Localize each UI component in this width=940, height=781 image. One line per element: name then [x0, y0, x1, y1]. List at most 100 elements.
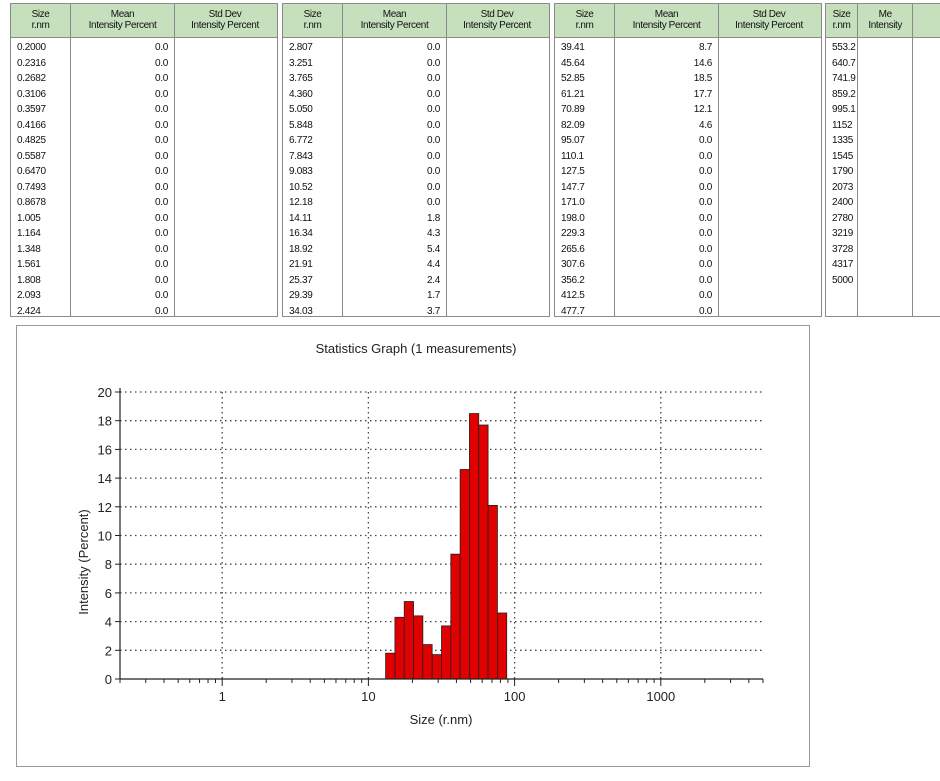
header-mean-intensity: Mean Intensity Percent: [615, 4, 719, 37]
size-cell: 34.03: [289, 305, 313, 317]
mean-intensity-cell: 8.7: [698, 42, 712, 53]
chart-title: Statistics Graph (1 measurements): [316, 341, 517, 356]
mean-intensity-cell: 0.0: [154, 259, 168, 270]
data-table-1: Size r.nm Mean Intensity Percent Std Dev I…: [10, 3, 278, 317]
mean-intensity-cell: 1.7: [426, 290, 440, 301]
size-cell: 147.7: [561, 181, 585, 193]
size-cell: 52.85: [561, 73, 585, 84]
size-cell: 4317: [832, 259, 854, 270]
histogram-bar: [431, 654, 442, 680]
mean-intensity-cell: 0.0: [698, 181, 712, 193]
header-mean-intensity: Me Intensity: [858, 4, 914, 37]
mean-intensity-cell: 17.7: [693, 88, 713, 100]
size-cell: 995.1: [832, 104, 856, 115]
mean-intensity-cell: 0.0: [698, 305, 712, 317]
mean-intensity-cell: 5.4: [426, 243, 440, 255]
data-table-2: Size r.nm Mean Intensity Percent Std Dev I…: [282, 3, 550, 317]
mean-intensity-cell: 0.0: [698, 290, 712, 301]
size-cell: 45.64: [561, 57, 585, 69]
size-cell: 2.807: [289, 42, 313, 53]
size-cell: 2073: [832, 181, 854, 193]
size-cell: 0.2682: [17, 73, 46, 84]
mean-intensity-cell: 0.0: [154, 181, 168, 193]
mean-intensity-cell: 0.0: [698, 274, 712, 286]
mean-intensity-cell: 0.0: [154, 243, 168, 255]
size-cell: 356.2: [561, 274, 585, 286]
mean-intensity-cell: 0.0: [426, 104, 440, 115]
histogram-bar: [403, 601, 414, 680]
statistics-graph-panel: Statistics Graph (1 measurements) 0 2 4 6 8 1…: [16, 325, 810, 767]
size-cell: 1790: [832, 166, 854, 177]
y-tick-label: 4: [105, 615, 112, 630]
mean-intensity-cell: 0.0: [698, 259, 712, 270]
histogram-bar: [497, 612, 508, 680]
size-cell: 0.2000: [17, 42, 46, 53]
header-size: Size r.nm: [283, 4, 343, 37]
size-cell: 4.360: [289, 88, 313, 100]
size-cell: 229.3: [561, 228, 585, 239]
size-cell: 5000: [832, 274, 854, 286]
mean-intensity-cell: 12.1: [693, 104, 713, 115]
size-cell: 0.4825: [17, 135, 46, 146]
x-tick-label: 10: [361, 689, 375, 704]
histogram-bar: [413, 615, 424, 680]
header-size: Size r.nm: [826, 4, 859, 37]
size-cell: 3.765: [289, 73, 313, 84]
mean-intensity-cell: 4.4: [426, 259, 440, 270]
size-cell: 14.11: [289, 212, 312, 224]
y-tick-label: 14: [98, 471, 112, 486]
mean-intensity-cell: 0.0: [426, 88, 440, 100]
mean-intensity-column: 8.7 14.6 18.5 17.7 12.1 4.6 0.0 0.0 0.0 0.0 0.0 0.0…: [615, 38, 719, 316]
size-cell: 5.848: [289, 119, 313, 131]
mean-intensity-cell: 0.0: [154, 197, 168, 208]
mean-intensity-cell: 0.0: [154, 135, 168, 146]
table-header: Size r.nm Me Intensity: [826, 4, 940, 38]
y-tick-label: 8: [105, 557, 112, 572]
y-axis-label: Intensity (Percent): [76, 509, 91, 615]
mean-intensity-cell: 0.0: [698, 150, 712, 162]
mean-intensity-cell: 0.0: [154, 104, 168, 115]
size-column: 39.41 45.64 52.85 61.21 70.89 82.09 95.07 110.1…: [555, 38, 615, 316]
table-header: Size r.nm Mean Intensity Percent Std Dev I…: [283, 4, 549, 38]
mean-intensity-cell: 4.3: [426, 228, 440, 239]
mean-intensity-cell: 0.0: [426, 135, 440, 146]
x-axis-label: Size (r.nm): [410, 712, 473, 727]
y-tick-label: 16: [98, 442, 112, 457]
size-cell: 412.5: [561, 290, 585, 301]
mean-intensity-cell: 0.0: [154, 274, 168, 286]
mean-intensity-column: 0.0 0.0 0.0 0.0 0.0 0.0 0.0 0.0 0.0 0.0 0.0 1.8 4.3 5…: [343, 38, 447, 316]
histogram-bar: [459, 469, 470, 680]
mean-intensity-cell: 0.0: [698, 243, 712, 255]
size-cell: 3728: [832, 243, 854, 255]
header-std-dev-intensity: Std Dev Intensity Percent: [191, 9, 259, 31]
size-cell: 553.2: [832, 42, 856, 53]
size-column: 0.2000 0.2316 0.2682 0.3106 0.3597 0.4166 0.48…: [11, 38, 71, 316]
size-cell: 5.050: [289, 104, 313, 115]
statistics-graph: Statistics Graph (1 measurements) 0 2 4 6 8 1…: [76, 341, 764, 727]
size-cell: 1.808: [17, 274, 41, 286]
size-cell: 171.0: [561, 197, 585, 208]
mean-intensity-column: [858, 38, 914, 316]
size-cell: 307.6: [561, 259, 585, 270]
mean-intensity-cell: 0.0: [426, 42, 440, 53]
size-cell: 0.3597: [17, 104, 46, 115]
size-cell: 2.424: [17, 305, 41, 317]
x-tick-label: 1: [219, 689, 226, 704]
size-cell: 127.5: [561, 166, 585, 177]
size-cell: 198.0: [561, 212, 585, 224]
size-cell: 21.91: [289, 259, 313, 270]
table-header: Size r.nm Mean Intensity Percent Std Dev I…: [11, 4, 277, 38]
mean-intensity-cell: 0.0: [154, 88, 168, 100]
mean-intensity-cell: 0.0: [154, 119, 168, 131]
size-cell: 2780: [832, 212, 854, 224]
histogram-bar: [394, 616, 405, 680]
size-cell: 7.843: [289, 150, 313, 162]
header-std-dev-intensity: Std Dev Intensity Percent: [463, 9, 531, 31]
mean-intensity-cell: 0.0: [154, 305, 168, 317]
data-table-3: Size r.nm Mean Intensity Percent Std Dev I…: [554, 3, 822, 317]
size-cell: 18.92: [289, 243, 313, 255]
mean-intensity-cell: 0.0: [426, 73, 440, 84]
mean-intensity-cell: 0.0: [426, 150, 440, 162]
std-dev-column: [719, 38, 819, 316]
size-cell: 70.89: [561, 104, 585, 115]
